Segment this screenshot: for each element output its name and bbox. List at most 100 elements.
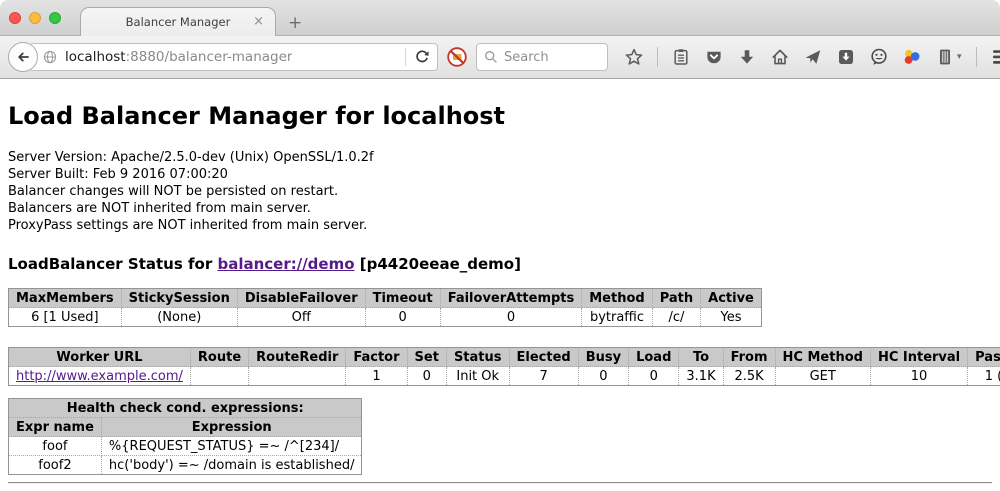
health-table-title: Health check cond. expressions:: [9, 399, 362, 418]
col-hc-interval: HC Interval: [870, 348, 967, 367]
video-downloadhelper-icon[interactable]: [902, 47, 922, 67]
health-title-row: Health check cond. expressions:: [9, 399, 362, 418]
url-text: localhost:8880/balancer-manager: [65, 49, 292, 65]
pocket-icon[interactable]: [704, 47, 724, 67]
to-value: 3.1K: [679, 367, 723, 386]
hc-method-value: GET: [775, 367, 870, 386]
reading-list-icon[interactable]: [671, 47, 691, 67]
balancer-demo-link[interactable]: balancer://demo: [217, 255, 354, 273]
minimize-window-button[interactable]: [29, 12, 41, 24]
col-stickysession: StickySession: [121, 289, 237, 308]
search-input[interactable]: [504, 50, 589, 65]
path-value: /c/: [652, 308, 700, 327]
tab-close-icon[interactable]: ×: [253, 15, 264, 28]
col-active: Active: [701, 289, 762, 308]
col-to: To: [679, 348, 723, 367]
from-value: 2.5K: [723, 367, 775, 386]
maxmembers-value: 6 [1 Used]: [9, 308, 122, 327]
col-passes: Passes: [968, 348, 1000, 367]
inherit-note-line: Balancers are NOT inherited from main se…: [8, 200, 992, 217]
col-disablefailover: DisableFailover: [237, 289, 365, 308]
worker-url-link[interactable]: http://www.example.com/: [16, 369, 183, 384]
col-method: Method: [582, 289, 652, 308]
active-value: Yes: [701, 308, 762, 327]
browser-window: Balancer Manager × + localhost:8880/bala…: [0, 0, 1000, 491]
col-maxmembers: MaxMembers: [9, 289, 122, 308]
worker-status-table: Worker URL Route RouteRedir Factor Set S…: [8, 347, 1000, 386]
server-built-line: Server Built: Feb 9 2016 07:00:20: [8, 166, 992, 183]
search-bar[interactable]: [476, 43, 608, 71]
set-value: 0: [407, 367, 446, 386]
stickysession-value: (None): [121, 308, 237, 327]
health-header-row: Expr name Expression: [9, 418, 362, 437]
bookmark-star-icon[interactable]: [624, 47, 644, 67]
col-expr-name: Expr name: [9, 418, 102, 437]
page-title: Load Balancer Manager for localhost: [8, 79, 992, 130]
back-button[interactable]: [8, 42, 38, 72]
send-tab-icon[interactable]: [803, 47, 823, 67]
col-worker-url: Worker URL: [9, 348, 191, 367]
download-box-icon[interactable]: [836, 47, 856, 67]
chevron-down-icon[interactable]: ▾: [957, 52, 962, 62]
col-route: Route: [190, 348, 248, 367]
smiley-icon[interactable]: [869, 47, 889, 67]
failoverattempts-value: 0: [440, 308, 582, 327]
health-row-foof2: foof2 hc('body') =~ /domain is establish…: [9, 456, 362, 475]
menu-hamburger-icon[interactable]: [992, 49, 1000, 65]
tab-title: Balancer Manager: [126, 15, 231, 29]
worker-header-row: Worker URL Route RouteRedir Factor Set S…: [9, 348, 1000, 367]
toolbar-separator: [657, 47, 658, 67]
col-factor: Factor: [346, 348, 407, 367]
col-timeout: Timeout: [365, 289, 440, 308]
col-set: Set: [407, 348, 446, 367]
factor-value: 1: [346, 367, 407, 386]
persist-note-line: Balancer changes will NOT be persisted o…: [8, 183, 992, 200]
search-icon: [484, 50, 498, 64]
page-content: Load Balancer Manager for localhost Serv…: [0, 79, 1000, 491]
toolbar-icons: ▾: [624, 47, 962, 67]
titlebar: Balancer Manager × +: [0, 0, 1000, 36]
server-info: Server Version: Apache/2.5.0-dev (Unix) …: [8, 149, 992, 234]
disablefailover-value: Off: [237, 308, 365, 327]
container-icon[interactable]: ▾: [935, 47, 962, 67]
col-from: From: [723, 348, 775, 367]
route-value: [190, 367, 248, 386]
plugin-blocked-icon[interactable]: [446, 46, 468, 68]
hc-interval-value: 10: [870, 367, 967, 386]
worker-data-row: http://www.example.com/ 1 0 Init Ok 7 0 …: [9, 367, 1000, 386]
toolbar-separator-2: [976, 47, 977, 67]
expression-foof2: hc('body') =~ /domain is established/: [101, 456, 362, 475]
close-window-button[interactable]: [9, 12, 21, 24]
url-group: localhost:8880/balancer-manager: [8, 42, 438, 72]
elected-value: 7: [509, 367, 578, 386]
col-hc-method: HC Method: [775, 348, 870, 367]
col-expression: Expression: [101, 418, 362, 437]
balancer-settings-table: MaxMembers StickySession DisableFailover…: [8, 288, 762, 327]
zoom-window-button[interactable]: [49, 12, 61, 24]
back-arrow-icon: [15, 49, 31, 65]
col-busy: Busy: [578, 348, 628, 367]
home-icon[interactable]: [770, 47, 790, 67]
window-controls: [9, 12, 61, 24]
loadbalancer-status-heading: LoadBalancer Status for balancer://demo …: [8, 255, 992, 273]
reload-icon[interactable]: [414, 49, 430, 65]
balancer-header-row: MaxMembers StickySession DisableFailover…: [9, 289, 762, 308]
new-tab-button[interactable]: +: [288, 15, 302, 32]
toolbar-end-icons: [976, 47, 1000, 67]
col-path: Path: [652, 289, 700, 308]
col-status: Status: [446, 348, 509, 367]
passes-value: 1 (0): [968, 367, 1000, 386]
col-failoverattempts: FailoverAttempts: [440, 289, 582, 308]
globe-icon: [43, 50, 57, 64]
method-value: bytraffic: [582, 308, 652, 327]
url-bar[interactable]: localhost:8880/balancer-manager: [31, 43, 438, 71]
downloads-icon[interactable]: [737, 47, 757, 67]
tab-balancer-manager[interactable]: Balancer Manager ×: [80, 7, 276, 36]
timeout-value: 0: [365, 308, 440, 327]
col-load: Load: [629, 348, 679, 367]
routeredir-value: [249, 367, 346, 386]
status-heading-suffix: [p4420eeae_demo]: [355, 255, 521, 273]
status-heading-prefix: LoadBalancer Status for: [8, 255, 217, 273]
bottom-divider: [8, 482, 992, 484]
expression-foof: %{REQUEST_STATUS} =~ /^[234]/: [101, 437, 362, 456]
